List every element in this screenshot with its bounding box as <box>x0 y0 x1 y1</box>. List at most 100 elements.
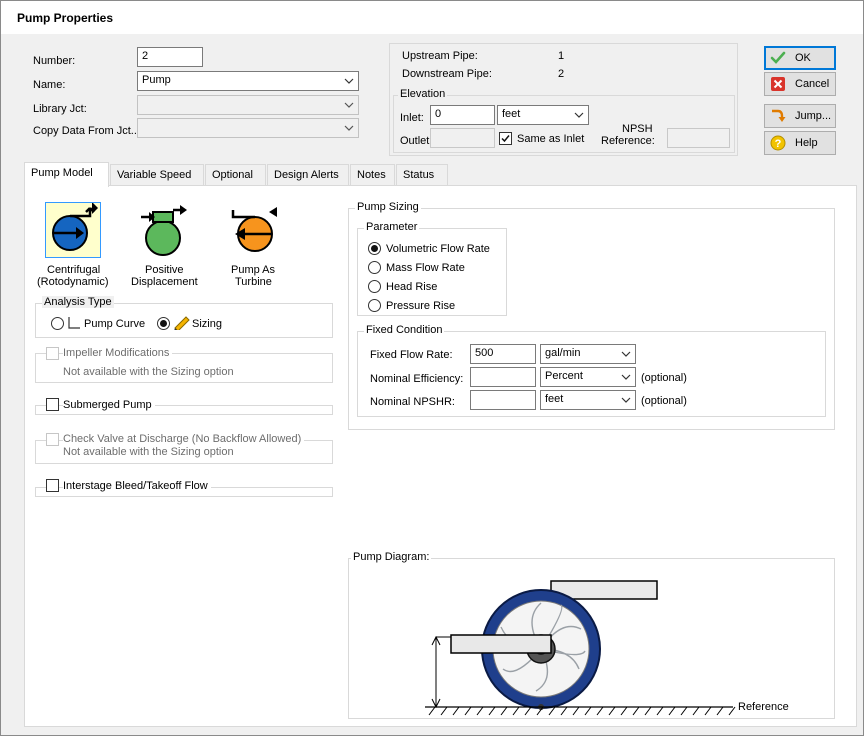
volumetric-flow-rate-radio[interactable] <box>368 242 381 255</box>
fixed-condition-title: Fixed Condition <box>364 324 445 336</box>
chevron-down-icon <box>344 78 354 84</box>
tab-design-alerts[interactable]: Design Alerts <box>267 164 349 185</box>
upstream-pipe-value: 1 <box>558 50 565 62</box>
positive-displacement-option[interactable] <box>135 202 191 258</box>
tab-pump-model[interactable]: Pump Model <box>24 162 109 187</box>
volumetric-flow-rate-label: Volumetric Flow Rate <box>386 243 490 255</box>
tab-label: Pump Model <box>31 167 93 179</box>
tab-optional[interactable]: Optional <box>205 164 266 185</box>
tab-status[interactable]: Status <box>396 164 448 185</box>
elevation-title: Elevation <box>398 88 448 100</box>
check-valve-checkbox[interactable] <box>46 433 59 446</box>
tab-label: Status <box>403 169 435 181</box>
name-combo[interactable]: Pump <box>137 71 359 91</box>
flow-unit-combo[interactable]: gal/min <box>540 344 636 364</box>
nominal-npshr-input[interactable] <box>470 390 536 410</box>
cancel-x-icon <box>771 77 785 91</box>
same-as-inlet-checkbox[interactable] <box>499 132 512 145</box>
npsh-reference-input[interactable] <box>667 128 730 148</box>
mass-flow-rate-radio[interactable] <box>368 261 381 274</box>
elevation-unit-combo[interactable]: feet <box>497 105 589 125</box>
interstage-bleed-checkbox[interactable] <box>46 479 59 492</box>
npshr-optional-label: (optional) <box>641 395 687 407</box>
help-icon: ? <box>770 135 786 151</box>
cancel-button[interactable]: Cancel <box>764 72 836 96</box>
inlet-label: Inlet: <box>400 112 424 124</box>
interstage-bleed-label: Interstage Bleed/Takeoff Flow <box>63 480 211 492</box>
fixed-flow-rate-label: Fixed Flow Rate: <box>370 349 453 361</box>
help-button[interactable]: ? Help <box>764 131 836 155</box>
fixed-flow-rate-input[interactable]: 500 <box>470 344 536 364</box>
name-value: Pump <box>142 74 171 86</box>
same-as-inlet-label: Same as Inlet <box>517 133 585 145</box>
pressure-rise-label: Pressure Rise <box>386 300 456 312</box>
ruler-pencil-icon <box>174 316 190 330</box>
checkmark-icon <box>770 51 786 64</box>
centrifugal-label-2: (Rotodynamic) <box>37 276 109 288</box>
chevron-down-icon <box>621 374 631 380</box>
pump-sizing-title: Pump Sizing <box>355 201 421 213</box>
pump-as-turbine-icon <box>231 207 277 252</box>
nominal-efficiency-input[interactable] <box>470 367 536 387</box>
tab-notes[interactable]: Notes <box>350 164 395 185</box>
library-jct-combo[interactable] <box>137 95 359 115</box>
ok-button[interactable]: OK <box>764 46 836 70</box>
pump-properties-dialog: Pump Properties Number: 2 Name: Pump Lib… <box>0 0 864 736</box>
outlet-input[interactable] <box>430 128 495 148</box>
positive-displacement-pump-icon <box>141 205 187 256</box>
chevron-down-icon <box>344 102 354 108</box>
window-title: Pump Properties <box>17 11 114 25</box>
cancel-label: Cancel <box>795 78 830 90</box>
positive-displacement-label-1: Positive <box>145 264 184 276</box>
pressure-rise-radio[interactable] <box>368 299 381 312</box>
downstream-pipe-label: Downstream Pipe: <box>402 68 492 80</box>
upstream-pipe-label: Upstream Pipe: <box>402 50 478 62</box>
check-valve-note: Not available with the Sizing option <box>63 446 234 458</box>
checkmark-icon <box>501 135 510 143</box>
jump-arrow-icon <box>772 109 786 122</box>
nominal-npshr-label: Nominal NPSHR: <box>370 396 455 408</box>
analysis-type-title: Analysis Type <box>42 296 114 308</box>
impeller-note: Not available with the Sizing option <box>63 366 234 378</box>
npshr-unit-value: feet <box>545 393 564 405</box>
outlet-label: Outlet: <box>400 135 433 147</box>
pump-as-turbine-label-2: Turbine <box>235 276 272 288</box>
npshr-unit-combo[interactable]: feet <box>540 390 636 410</box>
jump-button[interactable]: Jump... <box>764 104 836 128</box>
pump-curve-label: Pump Curve <box>84 318 146 330</box>
inlet-input[interactable]: 0 <box>430 105 495 125</box>
pump-curve-radio[interactable] <box>51 317 64 330</box>
efficiency-unit-value: Percent <box>545 370 583 382</box>
submerged-pump-checkbox[interactable] <box>46 398 59 411</box>
npsh-label: NPSH <box>622 123 653 135</box>
head-rise-radio[interactable] <box>368 280 381 293</box>
chevron-down-icon <box>621 351 631 357</box>
sizing-radio[interactable] <box>157 317 170 330</box>
tab-label: Variable Speed <box>117 169 192 181</box>
ok-label: OK <box>795 52 811 64</box>
centrifugal-pump-option[interactable] <box>45 202 101 258</box>
tab-variable-speed[interactable]: Variable Speed <box>110 164 204 185</box>
pump-curve-icon <box>68 317 80 329</box>
pump-as-turbine-option[interactable] <box>223 202 279 258</box>
efficiency-optional-label: (optional) <box>641 372 687 384</box>
number-label: Number: <box>33 55 76 67</box>
centrifugal-pump-icon <box>52 202 98 251</box>
efficiency-unit-combo[interactable]: Percent <box>540 367 636 387</box>
name-label: Name: <box>33 79 66 91</box>
copy-data-combo[interactable] <box>137 118 359 138</box>
flow-unit-value: gal/min <box>545 347 581 359</box>
reference-label: Reference <box>738 701 789 713</box>
submerged-pump-label: Submerged Pump <box>63 399 155 411</box>
number-input[interactable]: 2 <box>137 47 203 67</box>
chevron-down-icon <box>621 397 631 403</box>
chevron-down-icon <box>574 112 584 118</box>
impeller-modifications-checkbox[interactable] <box>46 347 59 360</box>
title-bar: Pump Properties <box>1 1 863 34</box>
head-rise-label: Head Rise <box>386 281 438 293</box>
tab-label: Design Alerts <box>274 169 339 181</box>
impeller-modifications-label: Impeller Modifications <box>63 347 173 359</box>
jump-label: Jump... <box>795 110 832 122</box>
mass-flow-rate-label: Mass Flow Rate <box>386 262 465 274</box>
tab-label: Optional <box>212 169 253 181</box>
